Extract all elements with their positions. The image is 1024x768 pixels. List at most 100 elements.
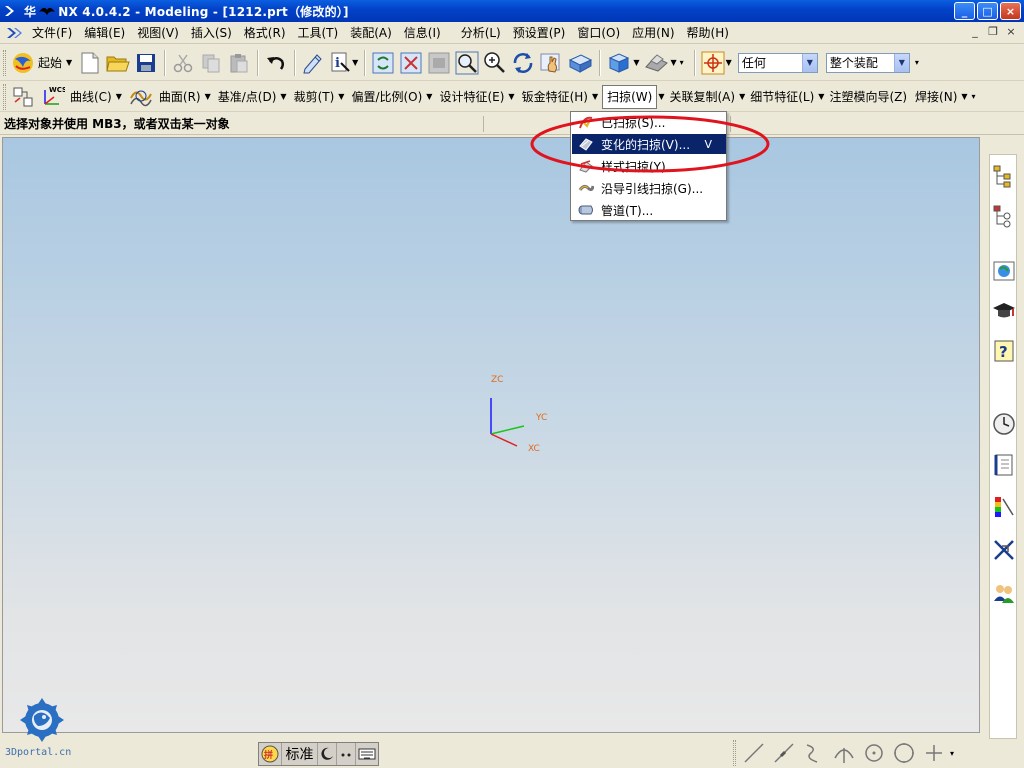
nx-document-icon[interactable] [6, 25, 22, 41]
menu-information[interactable]: 信息(I) [398, 22, 447, 44]
doc-restore-button[interactable]: ❐ [986, 26, 1000, 39]
point-button[interactable] [919, 739, 949, 767]
menu-tools[interactable]: 工具(T) [292, 22, 345, 44]
line-point-button[interactable] [769, 739, 799, 767]
datum-point-menu[interactable]: 基准/点(D) [215, 88, 280, 105]
menu-edit[interactable]: 编辑(E) [78, 22, 131, 44]
ime-halfwidth-button[interactable] [318, 743, 337, 765]
save-button[interactable] [132, 48, 160, 78]
surface-icon-button[interactable] [126, 82, 156, 112]
render-style-button[interactable] [565, 48, 595, 78]
weld-menu[interactable]: 焊接(N) [912, 88, 960, 105]
paste-button[interactable] [225, 48, 253, 78]
tube-menu-item[interactable]: 管道(T)... [572, 200, 726, 220]
menu-analysis[interactable]: 分析(L) [455, 22, 507, 44]
pan-button[interactable] [537, 48, 565, 78]
menu-application[interactable]: 应用(N) [626, 22, 680, 44]
menu-window[interactable]: 窗口(O) [571, 22, 626, 44]
part-navigator-button[interactable] [9, 82, 37, 112]
menu-file[interactable]: 文件(F) [26, 22, 78, 44]
ime-softkeyboard-button[interactable] [356, 743, 378, 765]
menu-help[interactable]: 帮助(H) [681, 22, 735, 44]
sweep-along-guide-menu-item[interactable]: 沿导引线扫掠(G)... [572, 178, 726, 198]
chevron-down-icon: ▼ [66, 58, 73, 67]
rotate-button[interactable] [509, 48, 537, 78]
detail-feature-menu[interactable]: 细节特征(L) [747, 88, 817, 105]
refresh-icon [372, 52, 394, 73]
doc-close-button[interactable]: × [1004, 26, 1018, 39]
refresh-button[interactable] [369, 48, 397, 78]
toolbar-overflow-icon[interactable]: ▾ [915, 58, 919, 67]
resource-bar-tabs: ? [989, 154, 1017, 739]
trim-menu[interactable]: 裁剪(T) [291, 88, 338, 105]
wcs-button[interactable]: WCS [37, 82, 67, 112]
internet-explorer-tab[interactable] [991, 258, 1017, 284]
display-mode-button[interactable]: ▼ [641, 48, 678, 78]
start-button[interactable]: 起始 ▼ [9, 48, 76, 78]
chevron-down-icon[interactable]: ▼ [893, 53, 909, 72]
title-bar[interactable]: 华 NX 4.0.4.2 - Modeling - [1212.prt（修改的）… [0, 0, 1024, 22]
spline-button[interactable] [799, 739, 829, 767]
ime-punctuation-button[interactable] [337, 743, 356, 765]
toolbar-overflow-icon[interactable]: ▾ [950, 749, 954, 758]
zoom-window-button[interactable] [425, 48, 453, 78]
type-filter-select[interactable]: 任何 ▼ [737, 52, 818, 73]
roles-tab[interactable] [991, 580, 1017, 606]
new-button[interactable] [76, 48, 104, 78]
system-materials-tab[interactable] [991, 452, 1017, 478]
undo-button[interactable] [262, 48, 290, 78]
surface-menu[interactable]: 曲面(R) [156, 88, 204, 105]
minimize-button[interactable]: _ [954, 2, 975, 20]
information-button[interactable]: i ▼ [327, 48, 360, 78]
toolbar-grip[interactable] [3, 49, 6, 76]
circle-point-button[interactable] [859, 739, 889, 767]
part-navigator-tab[interactable] [991, 203, 1017, 229]
toolbar-overflow-icon[interactable]: ▾ [972, 92, 976, 101]
menu-insert[interactable]: 插入(S) [185, 22, 238, 44]
ime-mode-button[interactable]: 标准 [282, 743, 318, 765]
assembly-navigator-tab[interactable] [991, 163, 1017, 189]
toolbar-grip[interactable] [733, 740, 736, 766]
maximize-button[interactable]: □ [977, 2, 998, 20]
toolbar-grip[interactable] [3, 83, 6, 110]
copy-button[interactable] [197, 48, 225, 78]
styled-sweep-menu-item[interactable]: 样式扫掠(Y)... [572, 156, 726, 176]
doc-minimize-button[interactable]: _ [968, 26, 982, 39]
open-button[interactable] [104, 48, 132, 78]
history-tab[interactable] [991, 411, 1017, 437]
line-button[interactable] [739, 739, 769, 767]
zoom-button[interactable] [453, 48, 481, 78]
menu-preferences[interactable]: 预设置(P) [507, 22, 572, 44]
menu-view[interactable]: 视图(V) [131, 22, 185, 44]
chevron-down-icon[interactable]: ▼ [801, 53, 817, 72]
zoom-in-out-button[interactable] [481, 48, 509, 78]
status-divider [730, 116, 731, 132]
menu-format[interactable]: 格式(R) [238, 22, 292, 44]
process-studio-tab[interactable] [991, 537, 1017, 563]
view-orientation-button[interactable]: ▼ [604, 48, 641, 78]
associative-copy-menu[interactable]: 关联复制(A) [667, 88, 739, 105]
toolbar-overflow-icon[interactable]: ▾ [680, 58, 684, 67]
variational-sweep-menu-item[interactable]: 变化的扫掠(V)... V [572, 134, 726, 154]
sweep-menu[interactable]: 扫掠(W) [602, 84, 658, 109]
ime-logo-button[interactable]: 拼 [259, 743, 282, 765]
menu-assemblies[interactable]: 装配(A) [344, 22, 398, 44]
curve-menu[interactable]: 曲线(C) [67, 88, 115, 105]
fit-button[interactable] [397, 48, 425, 78]
arc-button[interactable] [829, 739, 859, 767]
cut-button[interactable] [169, 48, 197, 78]
repeat-command-button[interactable] [299, 48, 327, 78]
design-feature-menu[interactable]: 设计特征(E) [436, 88, 507, 105]
circle-button[interactable] [889, 739, 919, 767]
close-button[interactable]: × [1000, 2, 1021, 20]
assembly-filter-select[interactable]: 整个装配 ▼ [825, 52, 910, 73]
help-tab[interactable]: ? [991, 338, 1017, 364]
visualization-tab[interactable] [991, 494, 1017, 520]
nx-app-icon [5, 6, 14, 16]
mold-wizard-menu[interactable]: 注塑模向导(Z) [826, 88, 910, 105]
training-tab[interactable] [991, 298, 1017, 324]
sheet-metal-menu[interactable]: 钣金特征(H) [519, 88, 591, 105]
selection-toolbar-button[interactable]: ▼ [699, 48, 734, 78]
offset-scale-menu[interactable]: 偏置/比例(O) [348, 88, 425, 105]
swept-menu-item[interactable]: 已扫掠(S)... [572, 112, 726, 132]
